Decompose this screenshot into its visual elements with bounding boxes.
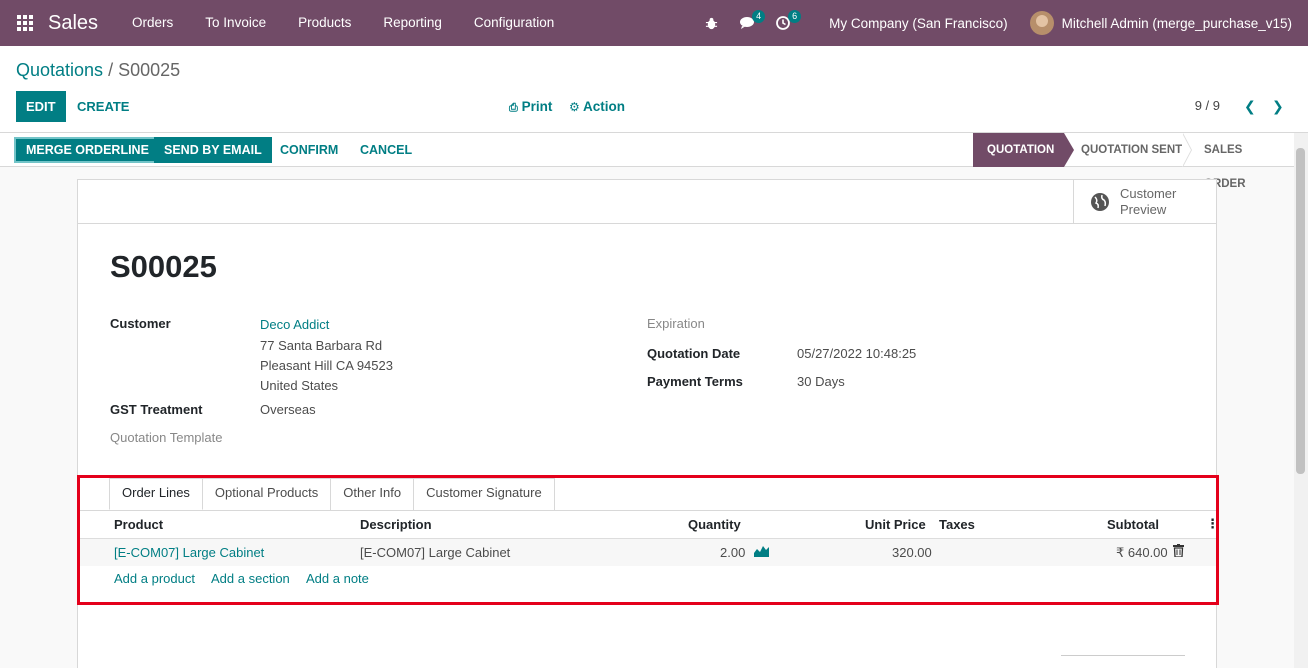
breadcrumb: Quotations / S00025	[16, 60, 180, 81]
breadcrumb-separator: /	[108, 60, 114, 80]
menu-to-invoice[interactable]: To Invoice	[189, 0, 282, 46]
preview-label-line1: Customer	[1120, 186, 1177, 201]
activities-count-badge: 6	[788, 10, 802, 23]
pager-next-icon[interactable]: ❯	[1272, 98, 1284, 115]
scrollbar-thumb[interactable]	[1296, 148, 1305, 474]
create-button[interactable]: CREATE	[67, 91, 139, 122]
menu-reporting[interactable]: Reporting	[367, 0, 458, 46]
debug-bug-icon[interactable]	[696, 0, 726, 46]
payment-terms-label: Payment Terms	[647, 374, 743, 389]
send-by-email-button[interactable]: SEND BY EMAIL	[154, 137, 272, 163]
quotation-date-label: Quotation Date	[647, 346, 741, 361]
action-label: Action	[583, 99, 626, 114]
activities-clock-icon[interactable]: 6	[768, 0, 802, 46]
preview-label-line2: Preview	[1120, 202, 1167, 217]
control-panel: Quotations / S00025 EDIT CREATE ⎙ Print …	[0, 46, 1308, 133]
breadcrumb-current: S00025	[118, 60, 181, 80]
payment-terms-field[interactable]: 30 Days	[797, 374, 845, 389]
quotation-template-label: Quotation Template	[110, 430, 223, 445]
app-name[interactable]: Sales	[48, 12, 98, 35]
quotation-date-field[interactable]: 05/27/2022 10:48:25	[797, 346, 916, 361]
customer-address-line: Pleasant Hill CA 94523	[260, 358, 393, 373]
customer-address-line: United States	[260, 378, 339, 393]
tab-order-lines[interactable]: Order Lines	[109, 478, 203, 510]
highlight-box	[77, 475, 1219, 605]
customer-preview-button[interactable]: Customer Preview	[1073, 180, 1216, 224]
user-menu[interactable]: Mitchell Admin (merge_purchase_v15)	[1062, 16, 1292, 31]
company-switcher[interactable]: My Company (San Francisco)	[829, 16, 1008, 31]
cancel-button[interactable]: CANCEL	[350, 137, 422, 163]
totals-divider	[1061, 655, 1185, 656]
action-button[interactable]: ⚙ Action	[569, 99, 625, 114]
gear-icon: ⚙	[569, 100, 580, 114]
edit-button[interactable]: EDIT	[16, 91, 66, 122]
print-label: Print	[521, 99, 553, 114]
pager-previous-icon[interactable]: ❮	[1244, 98, 1256, 115]
expiration-label: Expiration	[647, 316, 705, 331]
breadcrumb-quotations[interactable]: Quotations	[16, 60, 103, 80]
print-button[interactable]: ⎙ Print	[509, 99, 552, 115]
customer-address-line: 77 Santa Barbara Rd	[260, 338, 383, 353]
apps-menu-icon[interactable]	[0, 0, 50, 46]
pager-value[interactable]: 9 / 9	[1195, 98, 1220, 113]
messages-icon[interactable]: 4	[732, 0, 766, 46]
gst-treatment-label: GST Treatment	[110, 402, 203, 417]
merge-orderline-button[interactable]: MERGE ORDERLINE	[14, 137, 161, 163]
page-title: S00025	[110, 249, 217, 284]
customer-field[interactable]: Deco Addict	[260, 317, 329, 332]
gst-treatment-field[interactable]: Overseas	[260, 402, 316, 417]
menu-configuration[interactable]: Configuration	[458, 0, 570, 46]
user-avatar[interactable]	[1029, 11, 1054, 35]
messages-count-badge: 4	[752, 10, 766, 23]
stage-quotation-sent[interactable]: QUOTATION SENT	[1067, 133, 1196, 167]
menu-orders[interactable]: Orders	[116, 0, 189, 46]
customer-label: Customer	[110, 316, 171, 331]
button-box: Customer Preview	[78, 180, 1216, 224]
stage-sales-order[interactable]: SALES ORDER	[1190, 133, 1294, 190]
print-icon: ⎙	[509, 102, 518, 114]
globe-icon	[1091, 193, 1109, 211]
status-bar: MERGE ORDERLINE SEND BY EMAIL CONFIRM CA…	[0, 133, 1294, 190]
confirm-button[interactable]: CONFIRM	[270, 137, 348, 163]
top-navbar: Sales Orders To Invoice Products Reporti…	[0, 0, 1308, 46]
menu-products[interactable]: Products	[282, 0, 367, 46]
stage-quotation[interactable]: QUOTATION	[973, 133, 1064, 167]
